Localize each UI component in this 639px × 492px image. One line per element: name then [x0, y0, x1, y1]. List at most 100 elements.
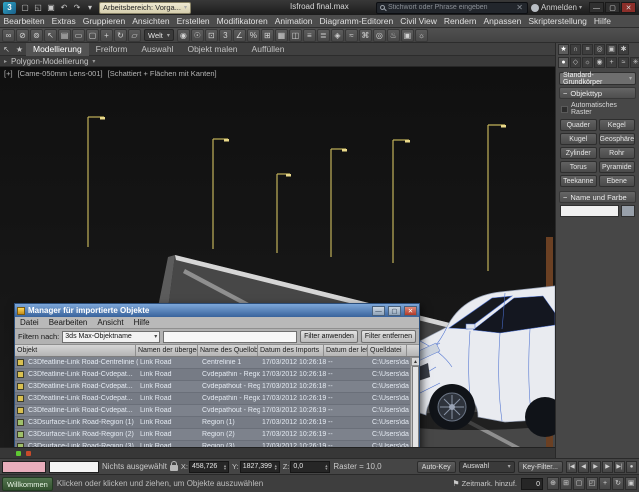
- project-menu-chevron-icon[interactable]: ▾: [84, 2, 96, 14]
- scroll-up-icon[interactable]: ▲: [411, 357, 419, 366]
- apply-filter-button[interactable]: Filter anwenden: [300, 330, 358, 343]
- schematic-view-icon[interactable]: ⌘: [359, 29, 372, 42]
- ribbon-star-icon[interactable]: ★: [13, 44, 26, 55]
- systems-category-icon[interactable]: ✳: [630, 57, 639, 68]
- menu-item-skripterstellung[interactable]: Skripterstellung: [525, 15, 591, 28]
- key-mode-toggle-icon[interactable]: ●: [626, 461, 637, 473]
- percent-snap-icon[interactable]: %: [247, 29, 260, 42]
- go-to-end-icon[interactable]: ▶|: [614, 461, 625, 473]
- vertical-scroll-thumb[interactable]: [412, 366, 419, 447]
- viewport-camera-label[interactable]: [Came-050mm Lens-001]: [18, 69, 103, 78]
- object-button-torus[interactable]: Torus: [560, 161, 597, 173]
- bind-to-space-warp-icon[interactable]: ⊚: [30, 29, 43, 42]
- column-header-5[interactable]: Quelldatei: [368, 345, 407, 356]
- vertical-scrollbar[interactable]: ▲ ▼: [410, 357, 419, 447]
- maxscript-mini-listener-white[interactable]: [49, 461, 99, 473]
- current-frame-field[interactable]: 0: [521, 478, 543, 490]
- hierarchy-tab-icon[interactable]: ≡: [582, 44, 593, 55]
- object-button-ebene[interactable]: Ebene: [599, 175, 636, 187]
- menu-item-modifikatoren[interactable]: Modifikatoren: [213, 15, 271, 28]
- angle-snap-icon[interactable]: ∠: [233, 29, 246, 42]
- utilities-tab-icon[interactable]: ✱: [618, 44, 629, 55]
- autogrid-checkbox[interactable]: [561, 106, 568, 113]
- layer-manager-icon[interactable]: ≣: [317, 29, 330, 42]
- orbit-icon[interactable]: ↻: [612, 477, 624, 490]
- object-button-zylinder[interactable]: Zylinder: [560, 147, 597, 159]
- modify-tab-icon[interactable]: ∩: [570, 44, 581, 55]
- display-tab-icon[interactable]: ▣: [606, 44, 617, 55]
- graphite-ribbon-icon[interactable]: ◈: [331, 29, 344, 42]
- object-button-kugel[interactable]: Kugel: [560, 133, 597, 145]
- select-and-manipulate-icon[interactable]: ☉: [191, 29, 204, 42]
- spinner-icon[interactable]: ▴▾: [273, 464, 279, 470]
- unlink-selection-icon[interactable]: ⊘: [16, 29, 29, 42]
- auto-key-button[interactable]: Auto-Key: [417, 461, 456, 473]
- select-object-icon[interactable]: ↖: [44, 29, 57, 42]
- camera-viewport[interactable]: [+] [Came-050mm Lens-001] [Schattiert + …: [0, 67, 555, 447]
- object-class-dropdown[interactable]: Standard-Grundkörper ▾: [559, 72, 636, 85]
- object-color-swatch[interactable]: [621, 205, 635, 217]
- menu-item-hilfe[interactable]: Hilfe: [590, 15, 614, 28]
- object-button-geosphäre[interactable]: Geosphäre: [599, 133, 636, 145]
- ribbon-tab-modellierung[interactable]: Modellierung: [26, 43, 89, 56]
- object-type-rollout[interactable]: − Objekttyp: [559, 87, 636, 99]
- dialog-menu-bearbeiten[interactable]: Bearbeiten: [44, 318, 93, 327]
- menu-item-rendern[interactable]: Rendern: [440, 15, 480, 28]
- rendered-frame-window-icon[interactable]: ▣: [401, 29, 414, 42]
- object-button-teekanne[interactable]: Teekanne: [560, 175, 597, 187]
- selection-lock-icon[interactable]: [170, 465, 178, 471]
- lights-category-icon[interactable]: ☼: [582, 57, 593, 68]
- select-and-scale-icon[interactable]: ▱: [128, 29, 141, 42]
- curve-editor-icon[interactable]: ≈: [345, 29, 358, 42]
- material-editor-icon[interactable]: ◎: [373, 29, 386, 42]
- shapes-category-icon[interactable]: ◇: [570, 57, 581, 68]
- spinner-snap-icon[interactable]: ⊞: [261, 29, 274, 42]
- zoom-icon[interactable]: ⊕: [547, 477, 559, 490]
- rectangular-selection-region-icon[interactable]: ▭: [72, 29, 85, 42]
- menu-item-anpassen[interactable]: Anpassen: [480, 15, 525, 28]
- app-logo[interactable]: 3: [3, 2, 16, 14]
- ribbon-tab-auffüllen[interactable]: Auffüllen: [245, 43, 292, 56]
- search-input[interactable]: [388, 4, 514, 11]
- table-row[interactable]: C3Dsurface-Link Road-Region (1)Link Road…: [15, 417, 410, 429]
- z-field[interactable]: 0,0 ▴▾: [290, 461, 330, 473]
- edit-named-selection-sets-icon[interactable]: ▦: [275, 29, 288, 42]
- dialog-menu-ansicht[interactable]: Ansicht: [92, 318, 128, 327]
- column-header-1[interactable]: Namen der übergeordneten ...: [136, 345, 198, 356]
- dialog-close-button[interactable]: ✕: [404, 306, 417, 316]
- add-time-tag[interactable]: ⚑ Zeitmark. hinzuf.: [452, 479, 517, 488]
- object-name-input[interactable]: [560, 205, 619, 217]
- table-row[interactable]: C3Dfeatline-Link Road-Cvdepat...Link Roa…: [15, 381, 410, 393]
- table-row[interactable]: C3Dfeatline-Link Road-Centrelinie (1)Lin…: [15, 357, 410, 369]
- workspace-dropdown[interactable]: Arbeitsbereich: Vorga... ▾: [99, 2, 191, 14]
- viewport-shading-label[interactable]: [Schattiert + Flächen mit Kanten]: [108, 69, 217, 78]
- menu-item-civil-view[interactable]: Civil View: [397, 15, 441, 28]
- menu-item-ansichten[interactable]: Ansichten: [129, 15, 173, 28]
- menu-item-erstellen[interactable]: Erstellen: [173, 15, 213, 28]
- maximize-viewport-icon[interactable]: ▣: [625, 477, 637, 490]
- mirror-icon[interactable]: ◫: [289, 29, 302, 42]
- minimize-button[interactable]: —: [589, 2, 604, 13]
- save-file-icon[interactable]: ▣: [45, 2, 57, 14]
- helpers-category-icon[interactable]: +: [606, 57, 617, 68]
- space-warps-category-icon[interactable]: ≈: [618, 57, 629, 68]
- column-header-0[interactable]: Objekt: [15, 345, 136, 356]
- column-header-3[interactable]: Datum des Imports: [258, 345, 324, 356]
- object-button-quader[interactable]: Quader: [560, 119, 597, 131]
- filter-type-dropdown[interactable]: 3ds Max-Objektname ▾: [62, 331, 160, 343]
- selection-set-dropdown[interactable]: Auswahl ▾: [459, 461, 515, 473]
- ribbon-tab-auswahl[interactable]: Auswahl: [134, 43, 180, 56]
- viewport-menu-plus[interactable]: [+]: [4, 69, 13, 78]
- filter-text-input[interactable]: [163, 331, 297, 343]
- remove-filter-button[interactable]: Filter entfernen: [361, 330, 416, 343]
- create-tab-icon[interactable]: ★: [558, 44, 569, 55]
- ribbon-select-icon[interactable]: ↖: [0, 44, 13, 55]
- zoom-region-icon[interactable]: ◰: [586, 477, 598, 490]
- menu-item-bearbeiten[interactable]: Bearbeiten: [0, 15, 48, 28]
- reference-coordinate-dropdown[interactable]: Welt▾: [144, 29, 174, 41]
- select-and-link-icon[interactable]: ∞: [2, 29, 15, 42]
- zoom-all-icon[interactable]: ⊞: [560, 477, 572, 490]
- object-button-pyramide[interactable]: Pyramide: [599, 161, 636, 173]
- cameras-category-icon[interactable]: ◉: [594, 57, 605, 68]
- table-row[interactable]: C3Dfeatline-Link Road-Cvdepat...Link Roa…: [15, 405, 410, 417]
